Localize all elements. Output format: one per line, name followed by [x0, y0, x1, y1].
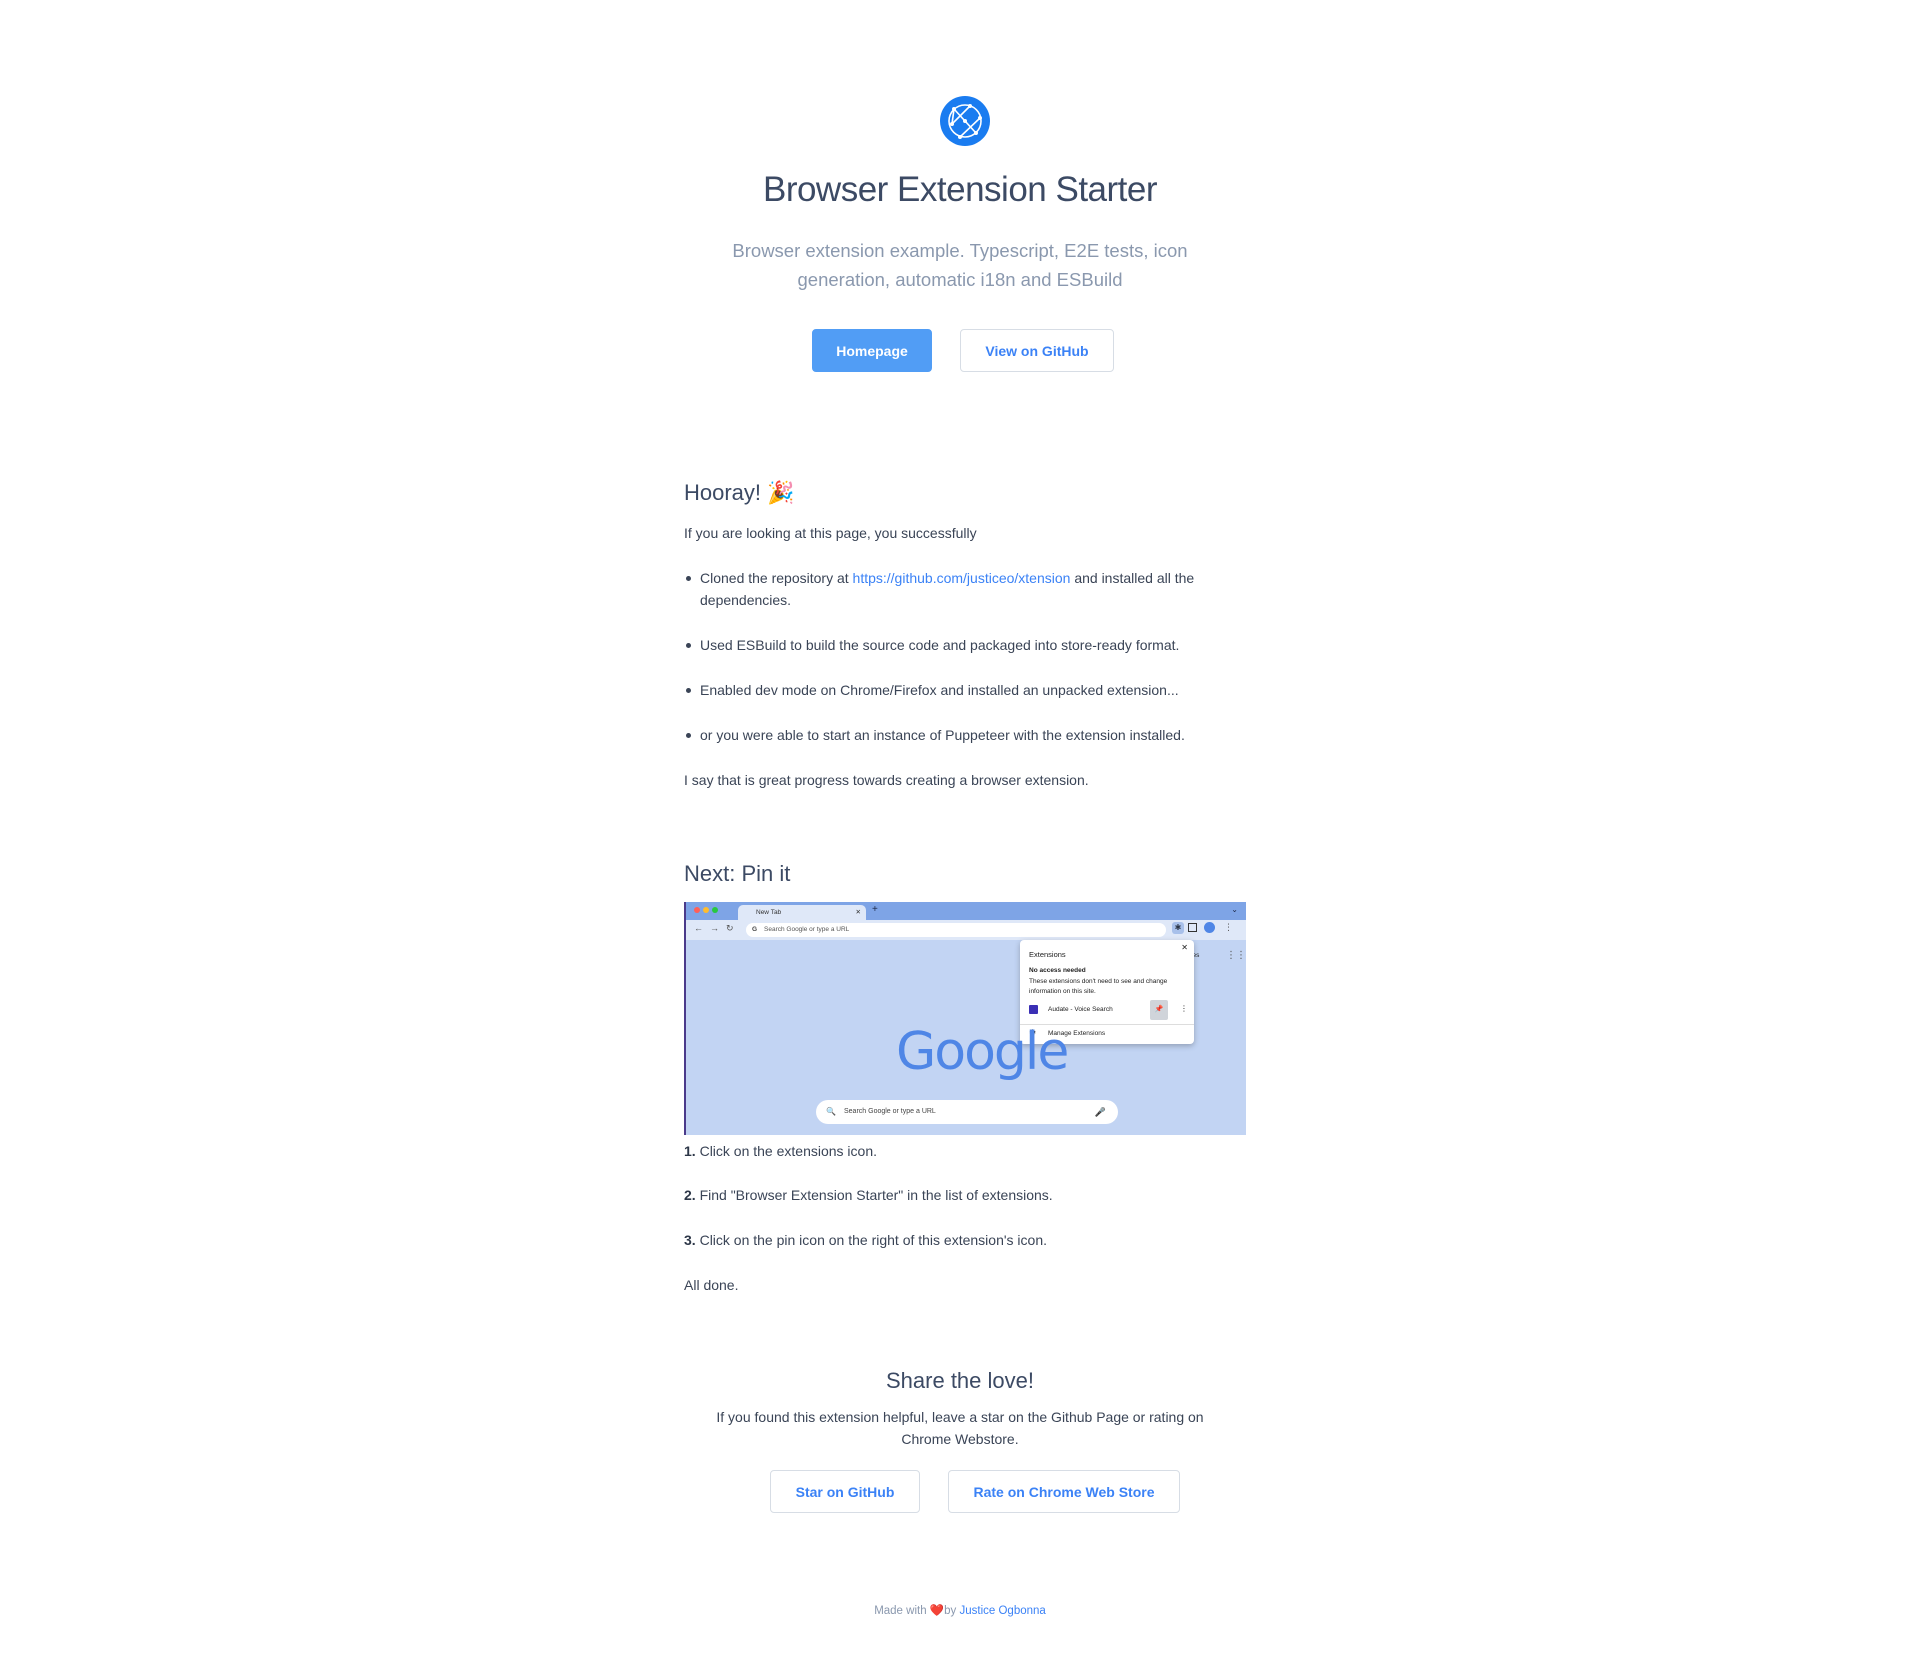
search-placeholder: Search Google or type a URL	[844, 1108, 936, 1115]
share-heading: Share the love!	[886, 1368, 1034, 1393]
footer-by: by	[944, 1605, 957, 1617]
step-item: 3. Click on the pin icon on the right of…	[684, 1229, 1246, 1251]
pin-icon: 📌	[1150, 1000, 1168, 1020]
hooray-intro: If you are looking at this page, you suc…	[684, 525, 977, 541]
step-number: 1.	[684, 1143, 696, 1159]
step-item: 1. Click on the extensions icon.	[684, 1140, 1246, 1162]
author-link[interactable]: Justice Ogbonna	[960, 1605, 1046, 1617]
browser-tab-label: New Tab	[756, 909, 782, 916]
browser-menu-icon: ⋮	[1224, 922, 1233, 932]
address-bar: G Search Google or type a URL	[746, 923, 1166, 937]
browser-tab: New Tab ✕	[738, 905, 866, 920]
reload-icon: ↻	[726, 923, 734, 933]
step-item: 2. Find "Browser Extension Starter" in t…	[684, 1184, 1246, 1206]
microphone-icon: 🎤	[1094, 1107, 1106, 1117]
all-done-text: All done.	[684, 1277, 739, 1293]
footer-made-with: Made with	[874, 1605, 927, 1617]
new-tab-icon: +	[872, 904, 878, 915]
page-subtitle: Browser extension example. Typescript, E…	[732, 240, 1188, 290]
back-arrow-icon: ←	[694, 923, 703, 933]
star-on-github-button[interactable]: Star on GitHub	[770, 1470, 920, 1513]
globe-network-icon	[940, 96, 990, 146]
window-maximize-dot	[712, 907, 718, 913]
repository-link[interactable]: https://github.com/justiceo/xtension	[853, 570, 1071, 586]
page-title: Browser Extension Starter	[762, 170, 1158, 209]
hooray-heading-text: Hooray!	[684, 480, 762, 505]
share-text: If you found this extension helpful, lea…	[716, 1409, 1204, 1447]
address-bar-placeholder: Search Google or type a URL	[764, 926, 850, 933]
bullet-icon	[686, 643, 691, 648]
bullet-icon	[686, 576, 691, 581]
bullet-text: or you were able to start an instance of…	[700, 727, 1185, 743]
bullet-text: Enabled dev mode on Chrome/Firefox and i…	[700, 682, 1179, 698]
hooray-section: Hooray! 🎉	[684, 480, 1246, 506]
hooray-heading: Hooray! 🎉	[684, 480, 1246, 506]
forward-arrow-icon: →	[710, 923, 719, 933]
rate-on-chrome-web-store-button[interactable]: Rate on Chrome Web Store	[948, 1470, 1180, 1513]
step-number: 3.	[684, 1232, 696, 1248]
pin-heading: Next: Pin it	[684, 861, 791, 886]
popup-extension-name: Audate - Voice Search	[1048, 1006, 1113, 1013]
popup-title: Extensions	[1029, 950, 1066, 959]
browser-tab-bar: New Tab ✕ + ⌄	[686, 902, 1246, 920]
step-number: 2.	[684, 1187, 696, 1203]
tab-close-icon: ✕	[855, 909, 861, 916]
view-on-github-button[interactable]: View on GitHub	[960, 329, 1114, 372]
google-g-icon: G	[752, 926, 758, 933]
hooray-bullet-list: Cloned the repository at https://github.…	[684, 567, 1246, 767]
bullet-text: Used ESBuild to build the source code an…	[700, 637, 1180, 653]
popup-subtitle: No access needed	[1029, 967, 1086, 974]
popup-description: These extensions don't need to see and c…	[1029, 978, 1168, 995]
extension-menu-icon: ⋮	[1180, 1004, 1188, 1013]
popup-close-icon: ✕	[1181, 943, 1188, 952]
party-popper-icon: 🎉	[767, 480, 795, 505]
side-panel-icon	[1188, 923, 1197, 932]
chevron-down-icon: ⌄	[1231, 905, 1238, 914]
bullet-icon	[686, 688, 691, 693]
footer: Made with ❤️by Justice Ogbonna	[0, 1603, 1920, 1617]
bullet-icon	[686, 733, 691, 738]
apps-grid-icon: ⋮⋮⋮	[1226, 950, 1246, 961]
bullet-text: Cloned the repository at	[700, 570, 853, 586]
homepage-button[interactable]: Homepage	[812, 329, 932, 372]
extension-app-icon	[1029, 1005, 1038, 1014]
browser-toolbar: ← → ↻ G Search Google or type a URL ✱ ⋮	[686, 920, 1246, 940]
google-search-box: 🔍 Search Google or type a URL 🎤	[816, 1100, 1118, 1124]
hooray-outro: I say that is great progress towards cre…	[684, 772, 1089, 788]
step-text: Click on the extensions icon.	[695, 1143, 878, 1159]
profile-avatar	[1204, 922, 1215, 933]
step-text: Click on the pin icon on the right of th…	[695, 1232, 1047, 1248]
pin-instructions-screenshot: New Tab ✕ + ⌄ ← → ↻ G Search Google or typ…	[684, 902, 1246, 1135]
window-minimize-dot	[703, 907, 709, 913]
step-text: Find "Browser Extension Starter" in the …	[695, 1187, 1053, 1203]
heart-icon: ❤️	[929, 1605, 945, 1617]
google-logo: Google	[896, 1022, 1069, 1082]
window-close-dot	[694, 907, 700, 913]
extensions-puzzle-icon: ✱	[1172, 922, 1184, 934]
search-icon: 🔍	[826, 1107, 836, 1116]
